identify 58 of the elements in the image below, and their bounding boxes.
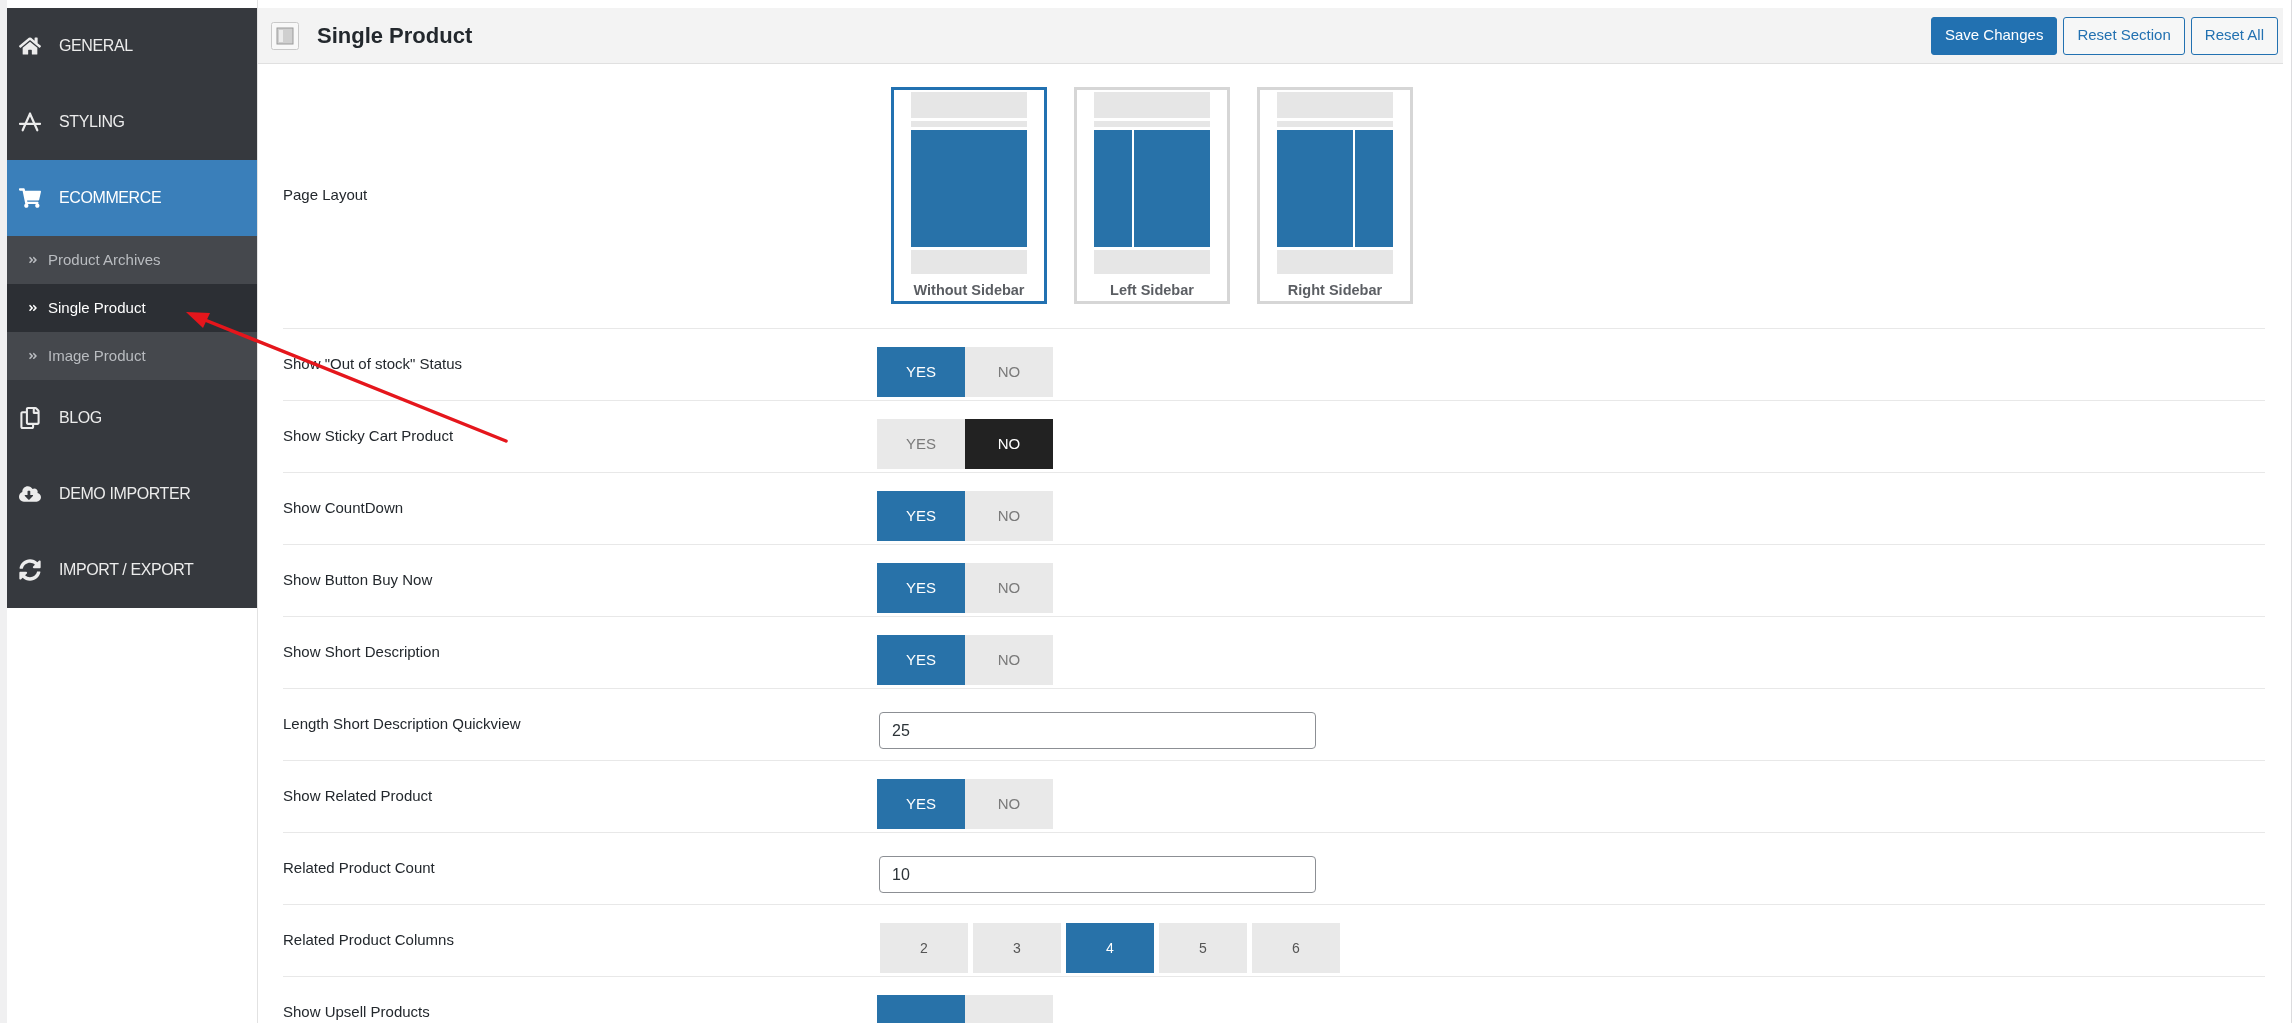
switch-option[interactable]: YES	[877, 779, 965, 829]
column-option[interactable]: 2	[880, 923, 968, 973]
switch-option[interactable]: NO	[965, 419, 1053, 469]
double-chevron-icon	[28, 255, 38, 265]
switch-option[interactable]: NO	[965, 635, 1053, 685]
number-field[interactable]: 25	[879, 712, 1316, 749]
layout-option[interactable]: Left Sidebar	[1074, 87, 1230, 304]
setting-label: Show Sticky Cart Product	[283, 426, 455, 447]
double-chevron-icon	[28, 303, 38, 313]
sidebar-item[interactable]: STYLING	[7, 84, 257, 160]
cloud-download-icon	[19, 483, 41, 505]
column-option[interactable]: 3	[973, 923, 1061, 973]
setting-label: Show Upsell Products	[283, 1002, 431, 1023]
layout-icon	[271, 21, 299, 50]
switch-option[interactable]: NO	[965, 491, 1053, 541]
layout-thumbnail-icon	[1094, 92, 1210, 274]
double-chevron-icon	[28, 351, 38, 361]
setting-label: Length Short Description Quickview	[283, 714, 522, 735]
setting-label: Show CountDown	[283, 498, 405, 519]
sidebar-item[interactable]: IMPORT / EXPORT	[7, 532, 257, 608]
save-button[interactable]: Save Changes	[1931, 16, 2058, 55]
sidebar-subitem[interactable]: Single Product	[7, 284, 257, 332]
layout-option[interactable]: Right Sidebar	[1257, 87, 1413, 304]
switch-option[interactable]: NO	[965, 563, 1053, 613]
switch-option[interactable]: YES	[877, 635, 965, 685]
column-option[interactable]: 4	[1066, 923, 1154, 973]
sidebar-item[interactable]: DEMO IMPORTER	[7, 456, 257, 532]
switch-option[interactable]: YES	[877, 347, 965, 397]
letter-a-icon	[19, 111, 41, 133]
column-option[interactable]: 6	[1252, 923, 1340, 973]
setting-label: Show Button Buy Now	[283, 570, 434, 591]
switch-option[interactable]: YES	[877, 491, 965, 541]
switch-option[interactable]: YES	[877, 419, 965, 469]
switch-option[interactable]: NO	[965, 347, 1053, 397]
setting-label: Show Related Product	[283, 786, 434, 807]
reset-button[interactable]: Reset All	[2190, 16, 2278, 55]
sidebar-item[interactable]: GENERAL	[7, 8, 257, 84]
refresh-icon	[19, 559, 41, 581]
layout-thumbnail-icon	[911, 92, 1027, 274]
cart-icon	[19, 187, 41, 209]
switch-option[interactable]: YES	[877, 563, 965, 613]
reset-button[interactable]: Reset Section	[2063, 16, 2185, 55]
sidebar-subitem[interactable]: Product Archives	[7, 236, 257, 284]
layout-option[interactable]: Without Sidebar	[891, 87, 1047, 304]
home-icon	[19, 35, 41, 57]
section-title: Single Product	[317, 22, 473, 50]
setting-label: Related Product Columns	[283, 930, 455, 951]
setting-label: Related Product Count	[283, 858, 436, 879]
setting-label: Show Short Description	[283, 642, 441, 663]
number-field[interactable]: 10	[879, 856, 1316, 893]
sidebar-subitem[interactable]: Image Product	[7, 332, 257, 380]
sidebar-item[interactable]: BLOG	[7, 380, 257, 456]
column-option[interactable]: 5	[1159, 923, 1247, 973]
documents-icon	[19, 407, 41, 429]
switch-option[interactable]: NO	[965, 779, 1053, 829]
sidebar-item[interactable]: ECOMMERCE	[7, 160, 257, 236]
layout-thumbnail-icon	[1277, 92, 1393, 274]
setting-label: Page Layout	[283, 185, 369, 206]
